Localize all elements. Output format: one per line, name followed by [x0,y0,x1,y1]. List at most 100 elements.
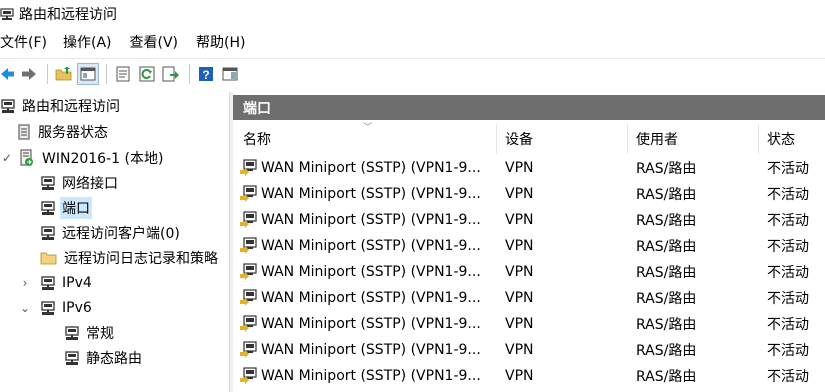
tree-item-general[interactable]: 常规 [64,321,116,345]
wan-miniport-icon [240,185,257,202]
cell-status: 不活动 [767,161,809,177]
cell-device: VPN [505,368,534,384]
refresh-icon [139,66,155,82]
server-status-icon [18,124,30,140]
tree-item-ports[interactable]: 端口 [40,196,92,220]
cell-status: 不活动 [767,187,809,203]
show-action-pane-button[interactable] [219,63,241,85]
collapse-chevron-icon[interactable]: ✓ [1,151,13,165]
table-row[interactable]: WAN Miniport (SSTP) (VPN1-9... VPN RAS/路由 不… [233,259,825,285]
tree-item-logging-policy[interactable]: 远程访问日志记录和策略 [40,246,220,270]
tree-item-network-interfaces[interactable]: 网络接口 [40,171,120,195]
port-name: WAN Miniport (SSTP) (VPN1-9... [261,342,481,358]
sort-indicator-icon: ﹀ [363,123,373,133]
tree-label: IPv4 [62,275,92,291]
properties-icon [116,66,130,82]
wan-miniport-icon [240,367,257,384]
forward-arrow-icon [22,68,36,80]
table-row[interactable]: WAN Miniport (SSTP) (VPN1-9... VPN RAS/路由 不… [233,181,825,207]
tree-label: 服务器状态 [38,125,108,141]
tree-label: WIN2016-1 (本地) [42,151,164,167]
help-button[interactable]: ? [195,63,217,85]
cell-name: WAN Miniport (SSTP) (VPN1-9... [239,311,481,337]
table-row[interactable]: WAN Miniport (SSTP) (VPN1-9... VPN RAS/路由 不… [233,285,825,311]
menu-action[interactable]: 操作(A) [63,32,122,52]
server-online-icon [20,149,33,166]
show-hide-tree-button[interactable] [77,63,99,85]
collapse-chevron-icon[interactable]: ⌄ [19,301,31,315]
export-icon [162,66,179,82]
export-list-button[interactable] [160,63,182,85]
cell-used-by: RAS/路由 [636,317,697,333]
menu-file[interactable]: 文件(F) [0,32,57,52]
cell-device: VPN [505,316,534,332]
tree-item-server-status[interactable]: 服务器状态 [16,120,110,144]
column-header-used-by[interactable]: 使用者 [628,124,759,154]
tree-item-root[interactable]: 路由和远程访问 [0,94,122,118]
menu-help[interactable]: 帮助(H) [196,32,255,52]
column-header-status[interactable]: 状态 [759,124,825,154]
cell-device: VPN [505,264,534,280]
general-icon [65,326,79,340]
menu-bar: 文件(F) 操作(A) 查看(V) 帮助(H) [0,28,825,56]
cell-name: WAN Miniport (SSTP) (VPN1-9... [239,181,481,207]
column-header-name[interactable]: ﹀ 名称 [235,123,497,154]
column-label: 使用者 [636,132,678,148]
column-header-device[interactable]: 设备 [497,124,628,154]
pane-header: 端口 [233,95,825,120]
tree-item-server[interactable]: WIN2016-1 (本地) [18,146,165,170]
toolbar-separator [106,64,107,84]
toolbar-separator [47,64,48,84]
table-row[interactable]: WAN Miniport (SSTP) (VPN1-9... VPN RAS/路由 不… [233,311,825,337]
properties-button[interactable] [112,63,134,85]
static-routes-icon [65,351,79,365]
cell-status: 不活动 [767,213,809,229]
ipv4-icon [41,276,55,290]
port-name: WAN Miniport (SSTP) (VPN1-9... [261,212,481,228]
ports-icon [41,201,55,215]
cell-name: WAN Miniport (SSTP) (VPN1-9... [239,155,481,181]
table-row[interactable]: WAN Miniport (SSTP) (VPN1-9... VPN RAS/路由 不… [233,207,825,233]
tree-label: 静态路由 [86,351,142,367]
table-row[interactable]: WAN Miniport (SSTP) (VPN1-9... VPN RAS/路由 不… [233,233,825,259]
title-bar: 路由和远程访问 [0,0,825,27]
cell-used-by: RAS/路由 [636,265,697,281]
tree-label: 常规 [86,326,114,342]
back-button[interactable] [0,63,16,85]
port-name: WAN Miniport (SSTP) (VPN1-9... [261,186,481,202]
table-row[interactable]: WAN Miniport (SSTP) (VPN1-9... VPN RAS/路由 不… [233,363,825,389]
svg-text:?: ? [202,68,209,82]
result-pane: 端口 ﹀ 名称 设备 使用者 状态 WAN Miniport (SSTP) (V… [233,92,825,392]
routing-server-icon [1,99,15,113]
column-label: 名称 [243,132,271,148]
folder-up-icon [55,66,72,81]
toolbar: ? [0,58,825,89]
cell-device: VPN [505,342,534,358]
tree-item-static-routes[interactable]: 静态路由 [64,346,144,370]
help-icon: ? [199,67,213,82]
cell-status: 不活动 [767,239,809,255]
forward-button[interactable] [18,63,40,85]
cell-name: WAN Miniport (SSTP) (VPN1-9... [239,363,481,389]
tree-label: IPv6 [62,300,92,316]
table-row[interactable]: WAN Miniport (SSTP) (VPN1-9... VPN RAS/路由 不… [233,155,825,181]
tree-item-remote-clients[interactable]: 远程访问客户端(0) [40,221,182,245]
wan-miniport-icon [240,289,257,306]
tree-item-ipv4[interactable]: IPv4 [40,271,94,295]
cell-name: WAN Miniport (SSTP) (VPN1-9... [239,337,481,363]
tree-label: 网络接口 [62,176,118,192]
cell-name: WAN Miniport (SSTP) (VPN1-9... [239,207,481,233]
up-one-level-button[interactable] [53,63,75,85]
wan-miniport-icon [240,159,257,176]
cell-device: VPN [505,160,534,176]
tree-item-ipv6[interactable]: IPv6 [40,296,94,320]
cell-name: WAN Miniport (SSTP) (VPN1-9... [239,233,481,259]
back-arrow-icon [1,68,14,80]
menu-view[interactable]: 查看(V) [130,32,189,52]
expand-chevron-icon[interactable]: › [19,276,31,290]
refresh-button[interactable] [136,63,158,85]
remote-clients-icon [41,226,55,240]
port-name: WAN Miniport (SSTP) (VPN1-9... [261,160,481,176]
table-row[interactable]: WAN Miniport (SSTP) (VPN1-9... VPN RAS/路由 不… [233,337,825,363]
cell-status: 不活动 [767,317,809,333]
